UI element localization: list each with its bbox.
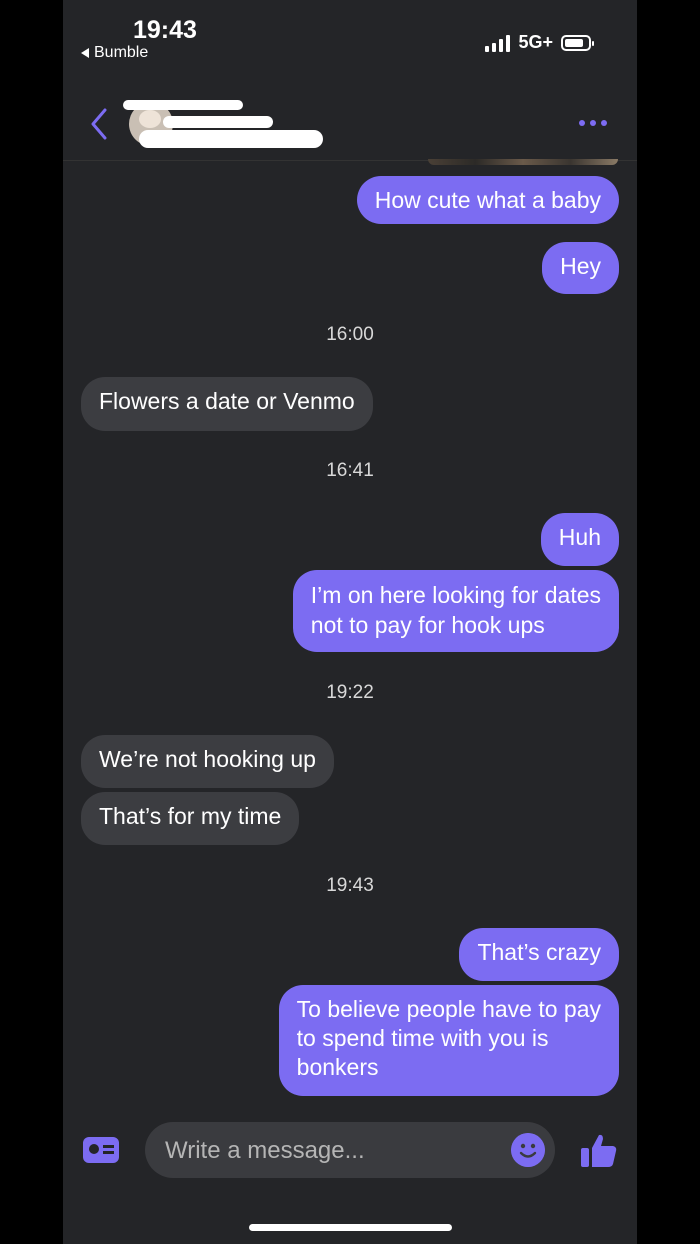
- redacted-name-bar: [123, 100, 243, 110]
- network-label: 5G+: [518, 32, 553, 52]
- phone-screen: 19:43 Bumble 5G+ How cute what a baby He…: [63, 0, 637, 1244]
- sent-message: To believe people have to pay to spend t…: [278, 985, 619, 1096]
- shared-photo-edge: [428, 159, 618, 165]
- status-time: 19:43: [133, 16, 197, 44]
- timestamp: 16:00: [326, 324, 374, 345]
- more-dots-icon[interactable]: [579, 120, 607, 126]
- timestamp: 16:41: [326, 460, 374, 481]
- thumbs-up-icon[interactable]: [579, 1131, 619, 1171]
- sent-message: Hey: [542, 242, 619, 294]
- timestamp: 19:43: [326, 875, 374, 896]
- signal-icon: [485, 34, 511, 52]
- message-input[interactable]: [163, 1122, 497, 1180]
- back-triangle-icon: [81, 48, 89, 58]
- sent-message: Huh: [540, 513, 619, 566]
- back-app-label: Bumble: [94, 44, 149, 61]
- chat-header: [63, 88, 637, 161]
- received-message: That’s for my time: [81, 792, 300, 845]
- chevron-left-icon[interactable]: [85, 104, 115, 144]
- profile-card-icon[interactable]: [83, 1137, 119, 1163]
- message-input-container: [145, 1122, 555, 1180]
- sent-message: How cute what a baby: [356, 176, 619, 224]
- received-message: Flowers a date or Venmo: [81, 377, 373, 431]
- timestamp: 19:22: [326, 682, 374, 703]
- emoji-icon[interactable]: [511, 1133, 545, 1167]
- sent-message: That’s crazy: [459, 928, 619, 981]
- back-to-app-link[interactable]: Bumble: [81, 44, 148, 62]
- redacted-name-bar: [163, 116, 273, 128]
- sent-message: I’m on here looking for dates not to pay…: [292, 570, 619, 652]
- redacted-name-bar: [139, 130, 323, 148]
- home-indicator[interactable]: [249, 1224, 452, 1231]
- status-indicators: 5G+: [485, 32, 594, 53]
- battery-icon: [561, 34, 594, 51]
- received-message: We’re not hooking up: [81, 735, 334, 788]
